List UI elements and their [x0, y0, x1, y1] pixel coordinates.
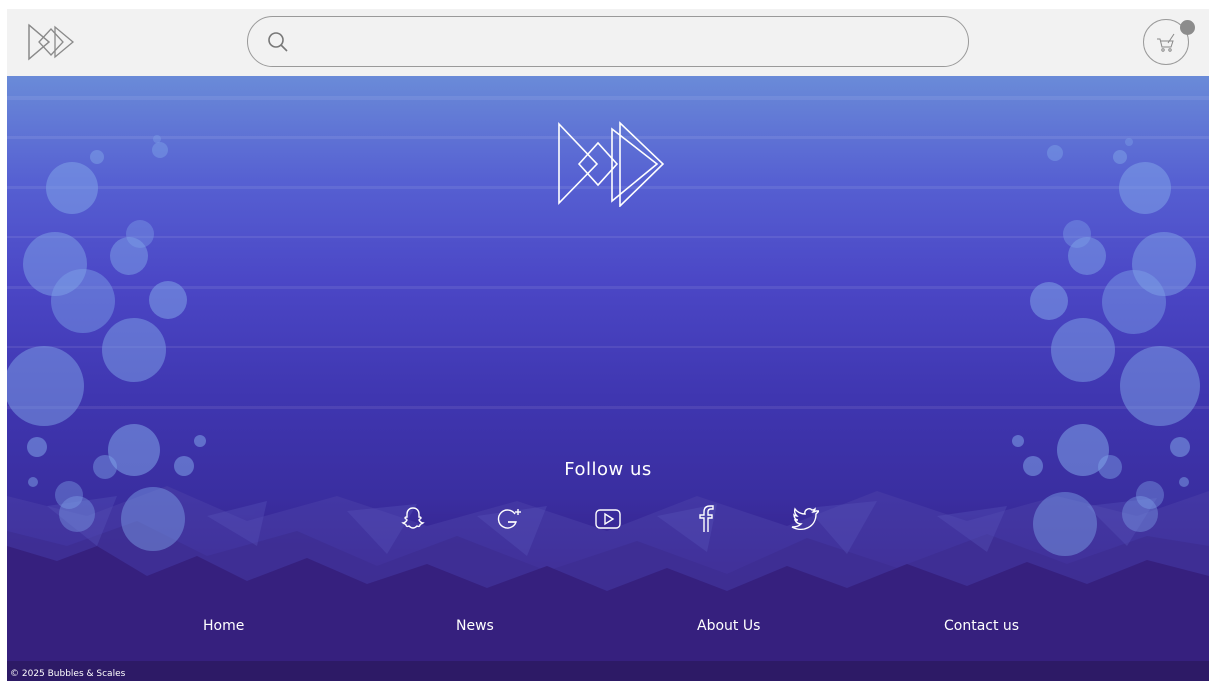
follow-us-label: Follow us: [564, 459, 652, 480]
search-icon[interactable]: [266, 30, 290, 54]
copyright-text: © 2025 Bubbles & Scales: [10, 669, 126, 679]
nav-link-news[interactable]: News: [456, 618, 494, 634]
top-bar: [7, 9, 1209, 76]
nav-link-about-us[interactable]: About Us: [697, 618, 760, 634]
hero-section: Follow us Home News About Us Contact us: [7, 76, 1209, 661]
twitter-icon[interactable]: [789, 504, 819, 534]
google-plus-icon[interactable]: [494, 504, 524, 534]
snapchat-icon[interactable]: [398, 504, 428, 534]
facebook-icon[interactable]: [691, 504, 721, 534]
nav-link-contact-us[interactable]: Contact us: [944, 618, 1019, 634]
cart-badge: [1180, 20, 1195, 35]
search-bar[interactable]: [247, 16, 969, 67]
nav-link-home[interactable]: Home: [203, 618, 244, 634]
search-input[interactable]: [304, 27, 928, 59]
youtube-icon[interactable]: [593, 504, 623, 534]
double-triangle-logo-icon: [558, 121, 665, 207]
double-triangle-logo-icon[interactable]: [27, 23, 75, 61]
footer-bar: © 2025 Bubbles & Scales: [7, 661, 1209, 681]
cart-icon: [1157, 33, 1175, 52]
